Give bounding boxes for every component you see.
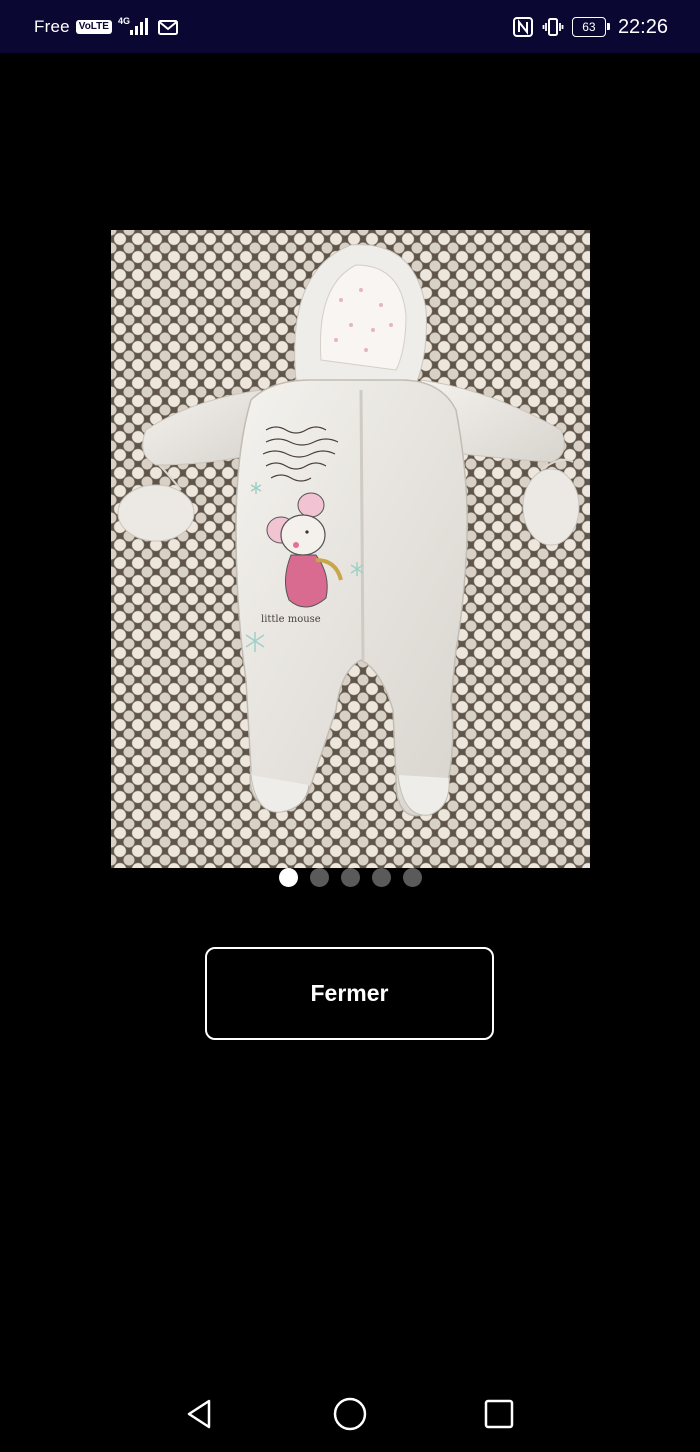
- onesie-illustration: little mouse: [117, 244, 580, 817]
- carrier-name: Free: [34, 17, 70, 36]
- battery-icon: 63: [571, 17, 610, 37]
- page-dot-3[interactable]: [340, 868, 360, 887]
- recents-icon: [484, 1399, 514, 1429]
- home-icon: [333, 1397, 367, 1431]
- navigation-bar: [0, 1372, 700, 1452]
- home-button[interactable]: [330, 1394, 370, 1434]
- battery-level: 63: [582, 20, 596, 34]
- recents-button[interactable]: [479, 1394, 519, 1434]
- status-left: Free VoLTE 4G: [34, 14, 178, 40]
- network-type: 4G: [117, 16, 130, 26]
- back-icon: [187, 1399, 211, 1429]
- clock: 22:26: [617, 15, 668, 38]
- status-right: 63 22:26: [512, 13, 668, 41]
- status-bar: Free VoLTE 4G 63 22:26: [0, 0, 700, 53]
- page-dot-2[interactable]: [309, 868, 329, 887]
- page-dot-1[interactable]: [278, 868, 298, 887]
- signal-icon: 4G: [118, 16, 152, 38]
- nfc-icon: [512, 17, 533, 37]
- product-photo[interactable]: little mouse: [111, 230, 590, 868]
- page-dot-5[interactable]: [402, 868, 422, 887]
- close-button[interactable]: Fermer: [205, 947, 494, 1040]
- svg-text:little mouse: little mouse: [261, 614, 321, 625]
- pager-indicator: [0, 868, 700, 888]
- back-button[interactable]: [180, 1394, 220, 1434]
- vibrate-icon: [542, 18, 564, 36]
- volte-badge: VoLTE: [75, 20, 112, 34]
- mail-icon: [157, 19, 178, 35]
- page-dot-4[interactable]: [371, 868, 391, 887]
